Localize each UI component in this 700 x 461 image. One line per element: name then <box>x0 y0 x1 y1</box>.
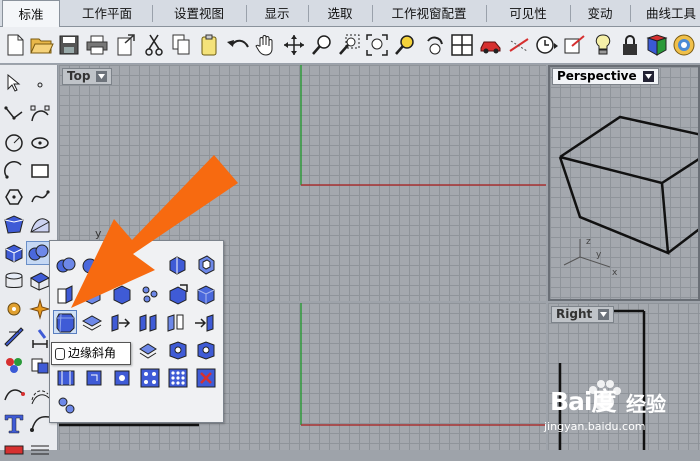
watermark-brand: Bai度 <box>550 387 616 416</box>
watermark: Bai度 经验 jingyan.baidu.com <box>530 375 700 450</box>
tooltip: 边缘斜角 <box>51 342 131 365</box>
watermark-cn: 经验 <box>626 392 666 416</box>
watermark-url: jingyan.baidu.com <box>544 420 646 433</box>
mouse-icon <box>55 348 65 360</box>
tooltip-text: 边缘斜角 <box>68 346 117 360</box>
